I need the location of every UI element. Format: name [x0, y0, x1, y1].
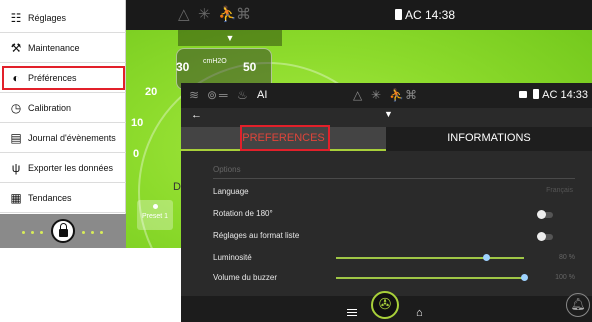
options-divider: [213, 178, 575, 179]
list-format-toggle[interactable]: [537, 232, 553, 241]
lock-progress-dot: [31, 231, 34, 234]
back-status-text: AC 14:38: [405, 8, 456, 22]
wrench-icon: ⚒: [10, 41, 22, 55]
back-expand-tab[interactable]: ▼: [178, 30, 282, 46]
selected-item-highlight: [2, 66, 125, 90]
lock-progress-dot: [91, 231, 94, 234]
usb-icon: ψ: [11, 161, 21, 175]
grid-icon: ▦: [10, 191, 22, 205]
back-arrow-icon[interactable]: ←: [191, 109, 202, 121]
brightness-slider-track[interactable]: [336, 257, 524, 259]
tube-icon: ═: [219, 88, 228, 102]
signal-icon: ≋: [189, 88, 200, 102]
tab-informations[interactable]: INFORMATIONS: [386, 127, 592, 151]
lock-button[interactable]: [51, 219, 75, 243]
preset-label: Preset 1: [141, 213, 169, 220]
warning-icon: △: [178, 6, 190, 23]
fan-icon: ✳: [198, 6, 211, 23]
patient-icon: ⛹: [218, 6, 237, 23]
mask-icon: ⌘: [236, 6, 251, 23]
rotation-toggle[interactable]: [537, 210, 553, 219]
buzzer-slider-track[interactable]: [336, 277, 524, 279]
log-icon: ▤: [10, 131, 22, 145]
preset-1-button[interactable]: Preset 1: [137, 200, 173, 230]
screenshot-stage: △ ✳ ⛹ ⌘ AC 14:38 ▼ 30 cmH2O 50 20 10 0 D…: [0, 0, 592, 322]
buzzer-value: 100 %: [555, 274, 575, 281]
fan-icon: ✳: [371, 88, 382, 102]
menu-item-label: Calibration: [28, 103, 72, 113]
menu-item-label: Journal d'évènements: [28, 133, 116, 143]
gauge-left-value: 30: [176, 60, 190, 74]
rotation-label: Rotation de 180°: [213, 209, 273, 218]
lock-small-icon: [519, 91, 528, 98]
tab-highlight-box: [240, 125, 330, 151]
front-status-bar: ≋ ⊚ ═ ♨ AI △ ✳ ⛹ ⌘ AC 14:33: [181, 83, 592, 108]
menu-item-label: Exporter les données: [28, 163, 114, 173]
menu-item-journal[interactable]: ▤ Journal d'évènements: [0, 124, 126, 153]
scale-label-20: 20: [145, 86, 158, 98]
menu-item-label: Maintenance: [28, 43, 80, 53]
scale-label-10: 10: [131, 117, 144, 129]
warning-icon: △: [353, 88, 363, 102]
battery-icon: [395, 9, 402, 20]
lock-progress-dot: [82, 231, 85, 234]
gauge-right-value: 50: [243, 60, 257, 74]
front-status-time: AC 14:33: [519, 89, 588, 101]
mask-icon: ⌘: [405, 88, 417, 102]
home-icon[interactable]: ⌂: [416, 307, 423, 319]
alarm-silence-button[interactable]: 🔔︎: [566, 293, 590, 317]
menu-item-tendances[interactable]: ▦ Tendances: [0, 184, 126, 213]
lock-progress-dot: [40, 231, 43, 234]
bell-icon: 🔔︎: [570, 297, 586, 311]
patient-icon: ⛹: [389, 88, 404, 102]
menu-item-label: Réglages: [28, 13, 67, 23]
preset-dot-icon: [152, 204, 158, 209]
back-status-bar: △ ✳ ⛹ ⌘: [126, 0, 592, 30]
language-value[interactable]: Français: [546, 187, 573, 194]
menu-item-calibration[interactable]: ◷ Calibration: [0, 94, 126, 123]
gauge-icon: ◷: [10, 101, 22, 115]
mode-label: AI: [257, 89, 268, 101]
menu-icon[interactable]: [347, 309, 357, 316]
language-label: Language: [213, 187, 249, 196]
options-section-header: Options: [213, 165, 241, 174]
front-status-text: AC 14:33: [542, 89, 588, 101]
gauge-unit: cmH2O: [203, 58, 227, 65]
lock-progress-dot: [100, 231, 103, 234]
menu-item-reglages[interactable]: ☷ Réglages: [0, 4, 126, 33]
chevron-down-icon[interactable]: ▼: [384, 109, 393, 119]
front-nav-bar: ← ▼: [181, 108, 592, 126]
menu-item-export[interactable]: ψ Exporter les données: [0, 154, 126, 183]
buzzer-label: Volume du buzzer: [213, 273, 278, 282]
lock-icon: [58, 223, 68, 237]
circuit-icon: ⊚: [207, 88, 218, 102]
menu-item-label: Tendances: [28, 193, 72, 203]
battery-icon: [533, 89, 540, 99]
buzzer-slider-handle[interactable]: [521, 274, 528, 281]
scale-label-0: 0: [133, 148, 140, 160]
sliders-icon: ☷: [10, 11, 22, 25]
preferences-screen: ≋ ⊚ ═ ♨ AI △ ✳ ⛹ ⌘ AC 14:33 ← ▼ PREFEREN…: [181, 83, 592, 322]
menu-item-maintenance[interactable]: ⚒ Maintenance: [0, 34, 126, 63]
chevron-down-icon: ▼: [225, 33, 235, 43]
side-menu: ☷ Réglages ⚒ Maintenance ◐ Préférences ◷…: [0, 0, 126, 248]
brightness-slider-handle[interactable]: [483, 254, 491, 261]
brightness-label: Luminosité: [213, 253, 252, 262]
fan-icon: ✇: [378, 296, 392, 313]
humidifier-icon: ♨: [237, 88, 248, 102]
brightness-value: 80 %: [559, 254, 575, 261]
back-letter: D: [173, 181, 181, 193]
list-format-label: Réglages au format liste: [213, 231, 300, 240]
lock-progress-dot: [22, 231, 25, 234]
back-status-time: AC 14:38: [395, 7, 455, 23]
ventilation-start-button[interactable]: ✇: [371, 291, 399, 319]
